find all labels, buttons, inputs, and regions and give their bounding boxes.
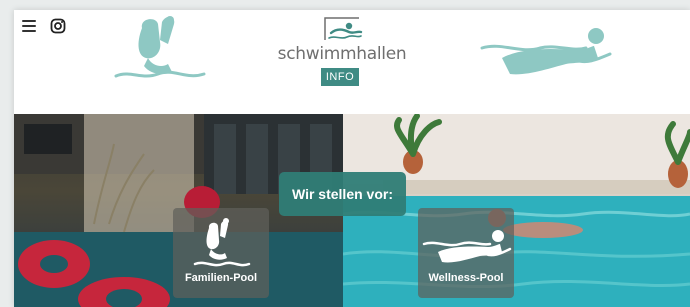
instagram-icon[interactable] (50, 18, 66, 34)
logo-badge: INFO (321, 68, 359, 86)
familien-pool-label: Familien-Pool (184, 272, 258, 284)
wellness-pool-tile[interactable]: Wellness-Pool (418, 208, 514, 298)
wellness-pool-label: Wellness-Pool (428, 272, 504, 284)
logo-wordmark: schwimmhallen (277, 44, 407, 64)
pool-hero: Wir stellen vor: Familien-Pool Wellness-… (14, 114, 690, 307)
family-swimmer-decoration-icon (114, 16, 206, 78)
familien-pool-tile[interactable]: Familien-Pool (173, 208, 269, 298)
floating-swimmer-icon (422, 230, 512, 263)
hamburger-menu-icon[interactable] (22, 20, 36, 32)
floating-swimmer-decoration-icon (480, 28, 612, 75)
site-header: schwimmhallen INFO (14, 10, 690, 114)
intro-label: Wir stellen vor: (279, 172, 406, 216)
family-swimmer-icon (193, 218, 251, 267)
site-logo[interactable]: schwimmhallen INFO (276, 16, 408, 86)
page: schwimmhallen INFO Wir stellen vor: Fami… (14, 10, 690, 307)
logo-swimmer-icon (324, 17, 363, 40)
